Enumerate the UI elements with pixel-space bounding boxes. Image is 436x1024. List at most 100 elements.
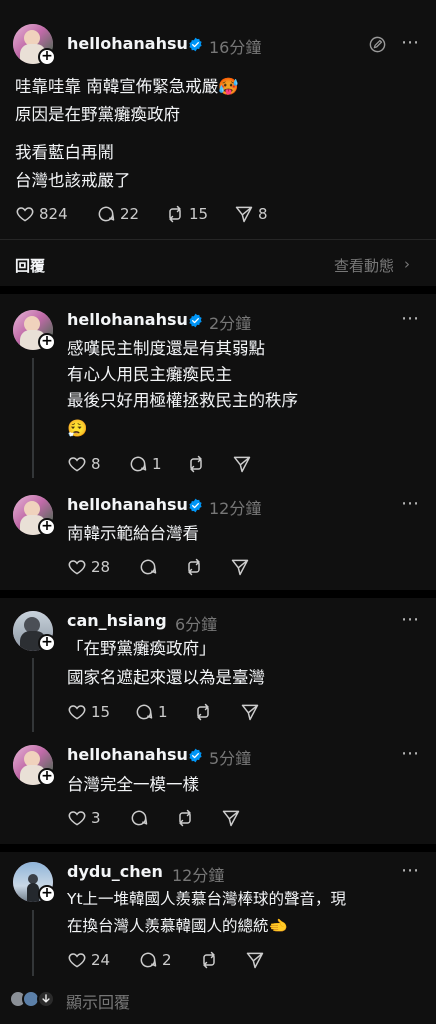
username[interactable]: hellohanahsu	[67, 34, 188, 53]
repost-button[interactable]	[175, 808, 195, 828]
username[interactable]: dydu_chen	[67, 862, 163, 881]
reply-text-line-2: 國家名遮起來還以為是臺灣	[67, 668, 265, 687]
post-text-line-2: 原因是在野黨癱瘓政府	[15, 105, 180, 124]
share-button[interactable]	[240, 702, 260, 722]
repost-button[interactable]	[199, 950, 219, 970]
post-text-line-1: 哇靠哇靠 南韓宣佈緊急戒嚴🥵	[15, 77, 239, 96]
like-button[interactable]: 3	[67, 808, 101, 828]
more-options-icon[interactable]: ⋯	[401, 743, 420, 764]
more-options-icon[interactable]: ⋯	[401, 32, 420, 53]
share-button[interactable]: 8	[234, 204, 268, 224]
show-replies-link[interactable]: 顯示回覆	[66, 989, 130, 1013]
like-button[interactable]: 24	[67, 950, 110, 970]
divider	[0, 239, 436, 240]
thread-line	[32, 910, 34, 976]
send-icon	[235, 206, 253, 223]
comment-icon	[136, 704, 153, 720]
reply-item: + can_hsiang 6分鐘 ⋯ 「在野黨癱瘓政府」 國家名遮起來還以為是臺…	[0, 598, 436, 732]
repost-button[interactable]	[193, 702, 213, 722]
thread-line	[32, 358, 34, 478]
comment-count: 1	[158, 703, 168, 721]
username[interactable]: hellohanahsu	[67, 310, 188, 329]
like-count: 824	[39, 205, 68, 223]
send-icon	[241, 704, 259, 721]
reply-text-line-1: Yt上一堆韓國人羨慕台灣棒球的聲音，現	[67, 890, 347, 908]
section-divider	[0, 844, 436, 852]
comment-count: 1	[152, 455, 162, 473]
reply-text-line-1: 「在野黨癱瘓政府」	[67, 639, 216, 658]
share-button[interactable]	[232, 454, 252, 474]
comment-icon	[140, 952, 157, 968]
reply-text-line-1: 台灣完全一模一樣	[67, 775, 199, 794]
post-time: 16分鐘	[209, 38, 262, 57]
username[interactable]: hellohanahsu	[67, 495, 188, 514]
reply-text-line-2: 有心人用民主癱瘓民主	[67, 365, 232, 384]
like-count: 3	[91, 809, 101, 827]
like-button[interactable]: 28	[67, 557, 110, 577]
share-button[interactable]	[221, 808, 241, 828]
more-options-icon[interactable]: ⋯	[401, 860, 420, 881]
username[interactable]: can_hsiang	[67, 611, 167, 630]
comment-button[interactable]: 22	[96, 204, 139, 224]
verified-badge-icon	[189, 313, 202, 328]
repost-button[interactable]: 15	[165, 204, 208, 224]
comment-button[interactable]	[129, 808, 149, 828]
chevron-down-icon	[42, 994, 50, 1003]
send-icon	[233, 456, 251, 473]
like-count: 28	[91, 558, 111, 576]
heart-icon	[68, 457, 86, 472]
follow-plus-icon[interactable]: +	[38, 518, 56, 536]
share-button[interactable]	[230, 557, 250, 577]
reply-text-line-2: 在換台灣人羨慕韓國人的總統🫲	[67, 917, 288, 935]
replies-label: 回覆	[15, 257, 46, 275]
reply-text-line-1: 南韓示範給台灣看	[67, 524, 199, 543]
like-button[interactable]: 15	[67, 702, 110, 722]
verified-badge-icon	[189, 748, 202, 763]
reply-text-line-3: 最後只好用極權拯救民主的秩序	[67, 391, 298, 410]
reply-text-line-4: 😮‍💨	[67, 419, 88, 438]
share-button[interactable]	[245, 950, 265, 970]
repost-icon	[203, 951, 215, 969]
comment-button[interactable]	[138, 557, 158, 577]
reply-item: + hellohanahsu 2分鐘 ⋯ 感嘆民主制度還是有其弱點 有心人用民主…	[0, 294, 436, 484]
more-options-icon[interactable]: ⋯	[401, 609, 420, 630]
chevron-right-icon[interactable]: ›	[404, 255, 410, 273]
heart-icon	[68, 560, 86, 575]
username[interactable]: hellohanahsu	[67, 745, 188, 764]
reply-text-line-1: 感嘆民主制度還是有其弱點	[67, 339, 265, 358]
comment-count: 2	[162, 951, 172, 969]
share-count: 8	[258, 205, 268, 223]
section-divider	[0, 286, 436, 294]
like-count: 15	[91, 703, 111, 721]
reply-item: + hellohanahsu 12分鐘 ⋯ 南韓示範給台灣看 28	[0, 484, 436, 590]
like-button[interactable]: 8	[67, 454, 101, 474]
more-options-icon[interactable]: ⋯	[401, 493, 420, 514]
follow-plus-icon[interactable]: +	[38, 885, 56, 903]
comment-button[interactable]: 2	[138, 950, 172, 970]
verified-badge-icon	[189, 498, 202, 513]
more-options-icon[interactable]: ⋯	[401, 308, 420, 329]
heart-icon	[68, 811, 86, 826]
comment-icon	[131, 810, 148, 826]
follow-plus-icon[interactable]: +	[38, 333, 56, 351]
follow-plus-icon[interactable]: +	[38, 768, 56, 786]
reply-time: 2分鐘	[209, 314, 252, 333]
comment-button[interactable]: 1	[134, 702, 168, 722]
edit-pen-icon[interactable]	[368, 35, 387, 54]
repost-icon	[188, 558, 200, 576]
comment-icon	[130, 456, 147, 472]
repost-button[interactable]	[186, 454, 206, 474]
like-button[interactable]: 824	[15, 204, 68, 224]
repost-icon	[190, 455, 202, 473]
post-text-line-3: 我看藍白再鬧	[15, 143, 114, 162]
like-count: 24	[91, 951, 111, 969]
repost-button[interactable]	[184, 557, 204, 577]
follow-plus-icon[interactable]: +	[38, 634, 56, 652]
reply-item: + hellohanahsu 5分鐘 ⋯ 台灣完全一模一樣 3	[0, 732, 436, 844]
view-activity-link[interactable]: 查看動態	[334, 255, 394, 276]
verified-badge-icon	[189, 37, 202, 52]
send-icon	[222, 810, 240, 827]
follow-plus-icon[interactable]: +	[38, 48, 56, 66]
comment-button[interactable]: 1	[128, 454, 162, 474]
main-post: + hellohanahsu 16分鐘 ⋯ 哇靠哇靠 南韓宣佈緊急戒嚴🥵 原因是…	[0, 0, 436, 240]
